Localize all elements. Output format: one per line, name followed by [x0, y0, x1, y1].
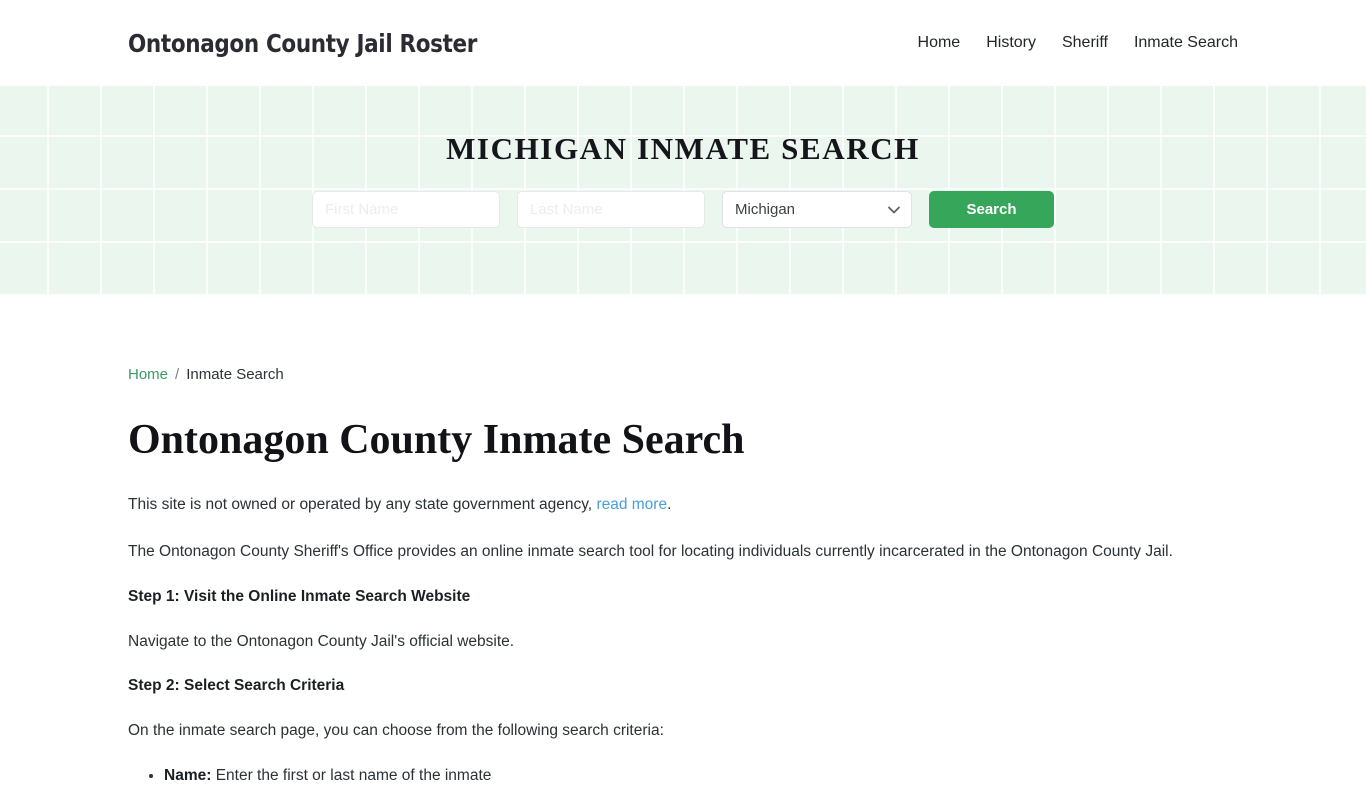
step-2-heading: Step 2: Select Search Criteria [128, 676, 345, 694]
disclaimer-text: This site is not owned or operated by an… [128, 496, 593, 514]
nav-item-inmate-search[interactable]: Inmate Search [1134, 34, 1238, 52]
breadcrumb-separator: / [175, 366, 180, 383]
criteria-label: Name: [164, 767, 212, 785]
inmate-search-form: Michigan Search [312, 191, 1054, 228]
first-name-input[interactable] [312, 191, 500, 228]
read-more-link[interactable]: read more [596, 496, 667, 513]
hero-title: Michigan Inmate Search [446, 131, 920, 166]
main-navigation: Home History Sheriff Inmate Search [918, 34, 1238, 52]
site-title[interactable]: Ontonagon County Jail Roster [128, 29, 477, 58]
main-content: Home / Inmate Search Ontonagon County In… [0, 366, 1366, 789]
breadcrumb-current: Inmate Search [186, 366, 284, 383]
step-1-text: Navigate to the Ontonagon County Jail's … [128, 632, 515, 650]
nav-item-home[interactable]: Home [918, 34, 961, 52]
nav-item-sheriff[interactable]: Sheriff [1062, 34, 1108, 52]
hero-search-section: Michigan Inmate Search Michigan Search [0, 86, 1366, 295]
nav-item-history[interactable]: History [986, 34, 1036, 52]
last-name-input[interactable] [517, 191, 705, 228]
breadcrumb: Home / Inmate Search [128, 366, 1238, 383]
disclaimer-paragraph: This site is not owned or operated by an… [128, 493, 1238, 516]
breadcrumb-link-home[interactable]: Home [128, 366, 168, 383]
state-select-wrapper: Michigan [722, 191, 912, 228]
intro-paragraph: The Ontonagon County Sheriff's Office pr… [128, 543, 1173, 561]
state-select[interactable]: Michigan [722, 191, 912, 228]
criteria-description: Enter the first or last name of the inma… [215, 767, 492, 785]
step-1-heading: Step 1: Visit the Online Inmate Search W… [128, 587, 471, 605]
page-title: Ontonagon County Inmate Search [128, 417, 745, 463]
disclaimer-period: . [667, 496, 672, 514]
site-header: Ontonagon County Jail Roster Home Histor… [0, 0, 1366, 86]
step-2-text: On the inmate search page, you can choos… [128, 721, 664, 739]
search-button[interactable]: Search [929, 191, 1054, 228]
